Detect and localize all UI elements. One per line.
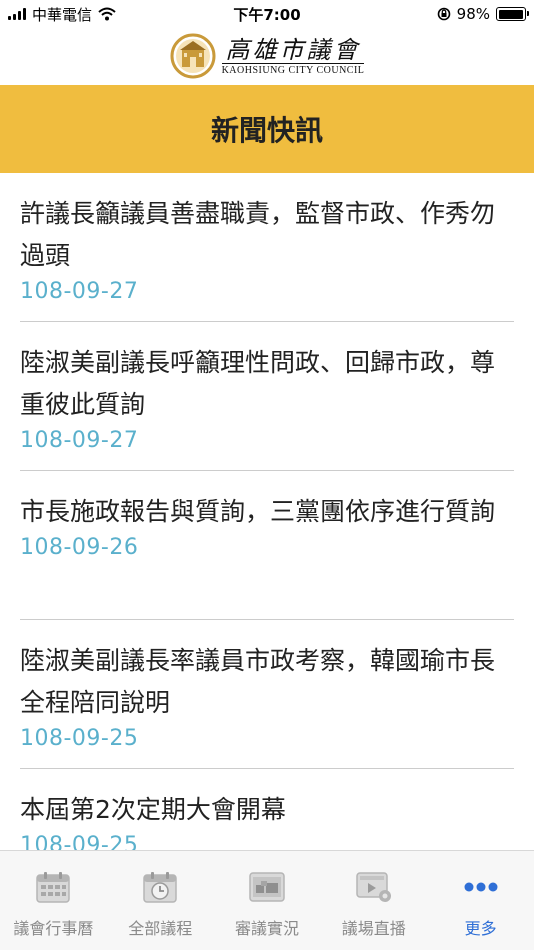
- tab-label: 議場直播: [341, 919, 406, 938]
- tab-label: 更多: [464, 919, 497, 938]
- news-item[interactable]: 市長施政報告與質詢，三黨團依序進行質詢 108-09-26: [20, 471, 514, 620]
- battery-level: [498, 9, 523, 19]
- news-title: 陸淑美副議長呼籲理性問政、回歸市政，尊重彼此質詢: [20, 348, 496, 419]
- battery-icon: [496, 7, 529, 21]
- news-title: 市長施政報告與質詢，三黨團依序進行質詢: [20, 497, 496, 526]
- tab-label: 全部議程: [128, 919, 193, 938]
- calendar-icon: [36, 872, 71, 903]
- news-item[interactable]: 許議長籲議員善盡職責，監督市政、作秀勿過頭 108-09-27: [20, 173, 514, 322]
- news-date: 108-09-27: [20, 279, 139, 304]
- title-banner: 新聞快訊: [0, 85, 534, 173]
- clock-icon: [143, 872, 177, 903]
- news-date: 108-09-27: [20, 428, 139, 453]
- app-header: 高雄市議會 KAOHSIUNG CITY COUNCIL: [0, 28, 534, 84]
- news-date: 108-09-26: [20, 535, 139, 560]
- news-item[interactable]: 本屆第2次定期大會開幕 108-09-25: [20, 769, 514, 850]
- news-title: 許議長籲議員善盡職責，監督市政、作秀勿過頭: [20, 199, 496, 270]
- battery-percent: 98%: [456, 5, 490, 23]
- tab-calendar[interactable]: 議會行事曆: [0, 851, 107, 950]
- logo-title-en: KAOHSIUNG CITY COUNCIL: [221, 62, 365, 76]
- meeting-icon: [249, 872, 285, 902]
- tab-bar: 議會行事曆 全部議程 審議實況 議場直播 更多: [0, 850, 534, 950]
- news-item[interactable]: 陸淑美副議長率議員市政考察，韓國瑜市長全程陪同說明 108-09-25: [20, 620, 514, 769]
- council-emblem-icon: [170, 33, 216, 79]
- signal-icon: [8, 8, 26, 20]
- status-bar: 中華電信 下午7:00 98%: [0, 0, 534, 28]
- news-title: 本屆第2次定期大會開幕: [20, 795, 286, 824]
- video-icon: [356, 872, 391, 902]
- tab-review-live[interactable]: 審議實況: [214, 851, 321, 950]
- news-list[interactable]: 許議長籲議員善盡職責，監督市政、作秀勿過頭 108-09-27 陸淑美副議長呼籲…: [0, 173, 534, 850]
- page-title: 新聞快訊: [210, 114, 323, 147]
- carrier-name: 中華電信: [32, 5, 93, 24]
- news-date: 108-09-25: [20, 726, 139, 751]
- news-date: 108-09-25: [20, 833, 139, 850]
- news-item[interactable]: 陸淑美副議長呼籲理性問政、回歸市政，尊重彼此質詢 108-09-27: [20, 322, 514, 471]
- more-icon: [464, 882, 498, 892]
- orientation-lock-icon: [437, 7, 450, 21]
- wifi-icon: [98, 7, 116, 21]
- council-logo[interactable]: 高雄市議會 KAOHSIUNG CITY COUNCIL: [170, 33, 365, 79]
- tab-label: 審議實況: [234, 919, 299, 938]
- tab-all-agenda[interactable]: 全部議程: [107, 851, 214, 950]
- tab-label: 議會行事曆: [13, 919, 94, 938]
- news-title: 陸淑美副議長率議員市政考察，韓國瑜市長全程陪同說明: [20, 646, 496, 717]
- tab-more[interactable]: 更多: [427, 851, 534, 950]
- tab-live-stream[interactable]: 議場直播: [320, 851, 427, 950]
- logo-title-zh: 高雄市議會: [225, 35, 361, 64]
